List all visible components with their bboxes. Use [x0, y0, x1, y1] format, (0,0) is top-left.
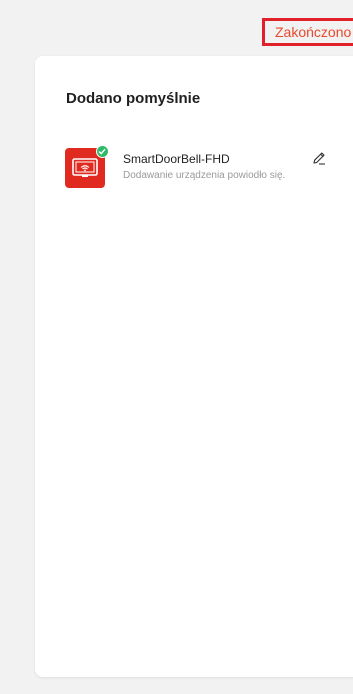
device-status: Dodawanie urządzenia powiodło się.: [123, 170, 286, 181]
device-list-item: SmartDoorBell-FHD Dodawanie urządzenia p…: [65, 145, 335, 190]
device-name: SmartDoorBell-FHD: [123, 152, 230, 166]
check-badge-icon: [96, 145, 109, 158]
doorbell-device-icon: [65, 145, 109, 188]
top-bar: Zakończono: [0, 0, 353, 56]
done-button[interactable]: Zakończono: [262, 18, 353, 46]
card-title: Dodano pomyślnie: [66, 90, 201, 107]
success-card: Dodano pomyślnie SmartDoorBell-FHD Dodaw…: [35, 56, 353, 677]
edit-pencil-icon[interactable]: [311, 150, 327, 166]
